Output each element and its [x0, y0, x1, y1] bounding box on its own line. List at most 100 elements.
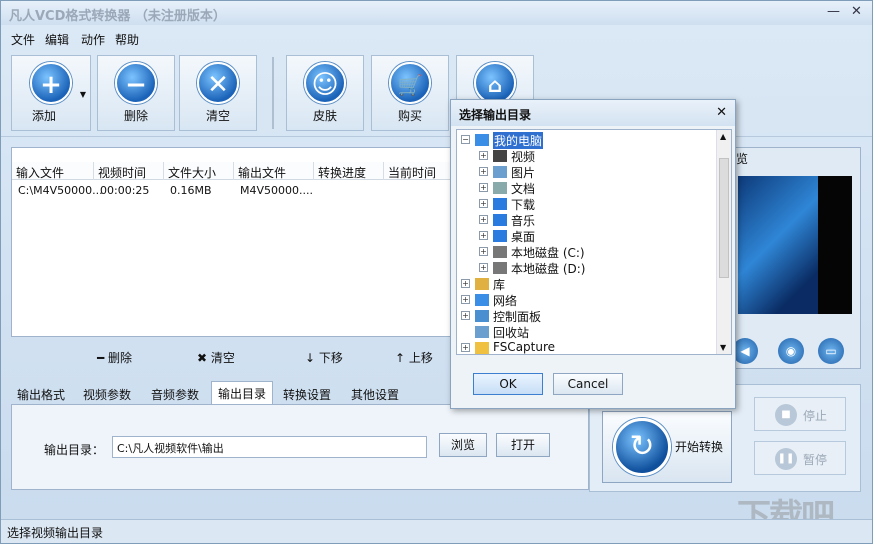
start-convert-button[interactable]: ↻ 开始转换 [602, 411, 732, 483]
cell-video-time: 00:00:25 [100, 184, 150, 197]
col-video-time[interactable]: 视频时间 [94, 162, 164, 180]
tab-output-format[interactable]: 输出格式 [11, 383, 71, 405]
clear-button[interactable]: ✕ 清空 [179, 55, 257, 131]
delete-button[interactable]: − 删除 [97, 55, 175, 131]
col-input-file[interactable]: 输入文件 [12, 162, 94, 180]
tree-item[interactable]: + FSCapture [457, 340, 715, 354]
list-header: 输入文件 视频时间 文件大小 输出文件 转换进度 当前时间 [12, 162, 452, 180]
tree-item[interactable]: + 音乐 [457, 212, 715, 228]
status-text: 选择视频输出目录 [7, 526, 104, 540]
pause-button[interactable]: ❚❚ 暂停 [754, 441, 846, 475]
tree-item-label: 下载 [511, 198, 536, 212]
disk-icon [493, 262, 507, 274]
x-icon: ✕ [197, 62, 239, 104]
pause-icon: ❚❚ [775, 448, 797, 470]
tree-item[interactable]: − 我的电脑 [457, 132, 715, 149]
window-title: 凡人VCD格式转换器 （未注册版本） [9, 9, 226, 24]
recycle-bin-icon [475, 326, 489, 338]
scroll-thumb[interactable] [719, 158, 729, 278]
library-icon [475, 278, 489, 290]
col-current-time[interactable]: 当前时间 [384, 162, 452, 180]
expand-icon[interactable]: + [479, 247, 488, 256]
tab-other-settings[interactable]: 其他设置 [345, 383, 405, 405]
close-button[interactable]: ✕ [851, 4, 862, 19]
menu-action[interactable]: 动作 [81, 31, 105, 48]
tree-item[interactable]: 回收站 [457, 324, 715, 340]
tree-item-label: 控制面板 [493, 310, 542, 324]
cell-input-file: C:\M4V50000... [18, 184, 103, 197]
toolbar: + ▼ 添加 − 删除 ✕ 清空 ☺ 皮肤 🛒 购买 ⌂ [1, 51, 872, 137]
tab-output-dir[interactable]: 输出目录 [211, 381, 274, 405]
folder-icon[interactable]: ▭ [818, 338, 844, 364]
desktop-icon [493, 230, 507, 242]
list-up-label: 上移 [408, 351, 433, 365]
file-list[interactable]: 输入文件 视频时间 文件大小 输出文件 转换进度 当前时间 C:\M4V5000… [11, 147, 453, 337]
collapse-icon[interactable]: − [461, 135, 470, 144]
add-button[interactable]: + ▼ 添加 [11, 55, 91, 131]
skin-button[interactable]: ☺ 皮肤 [286, 55, 364, 131]
tree-item[interactable]: + 网络 [457, 292, 715, 308]
tab-video-params[interactable]: 视频参数 [77, 383, 137, 405]
stop-button[interactable]: ■ 停止 [754, 397, 846, 431]
expand-icon[interactable]: + [461, 295, 470, 304]
dropdown-arrow-icon[interactable]: ▼ [80, 90, 86, 99]
tree-item[interactable]: + 图片 [457, 164, 715, 180]
col-file-size[interactable]: 文件大小 [164, 162, 234, 180]
buy-button[interactable]: 🛒 购买 [371, 55, 449, 131]
buy-label: 购买 [397, 109, 422, 123]
tree-item[interactable]: + 控制面板 [457, 308, 715, 324]
menu-file[interactable]: 文件 [11, 31, 35, 48]
tree-scrollbar[interactable]: ▲ ▼ [716, 130, 731, 354]
open-button[interactable]: 打开 [496, 433, 550, 457]
start-convert-label: 开始转换 [675, 440, 724, 454]
tree-item[interactable]: + 视频 [457, 148, 715, 164]
col-progress[interactable]: 转换进度 [314, 162, 384, 180]
cell-output-file: M4V50000.... [240, 184, 313, 197]
expand-icon[interactable]: + [479, 215, 488, 224]
list-delete-link[interactable]: ━ 删除 [97, 349, 132, 366]
dialog-close-icon[interactable]: ✕ [716, 105, 727, 120]
output-dir-label: 输出目录： [44, 443, 105, 457]
delete-label: 删除 [123, 109, 148, 123]
browse-button[interactable]: 浏览 [439, 433, 487, 457]
expand-icon[interactable]: + [461, 279, 470, 288]
tree-item-label: 图片 [511, 166, 536, 180]
tree-item-label: 我的电脑 [493, 132, 544, 149]
pause-label: 暂停 [803, 453, 828, 467]
tree-item[interactable]: + 库 [457, 276, 715, 292]
scroll-up-icon[interactable]: ▲ [720, 132, 726, 141]
tree-item[interactable]: + 本地磁盘 (D:) [457, 260, 715, 276]
ok-button[interactable]: OK [473, 373, 543, 395]
list-down-label: 下移 [318, 351, 343, 365]
menu-help[interactable]: 帮助 [115, 31, 139, 48]
expand-icon[interactable]: + [479, 183, 488, 192]
expand-icon[interactable]: + [461, 343, 470, 352]
expand-icon[interactable]: + [479, 167, 488, 176]
tab-convert-settings[interactable]: 转换设置 [277, 383, 337, 405]
list-move-down-link[interactable]: ↓ 下移 [305, 349, 343, 366]
expand-icon[interactable]: + [479, 199, 488, 208]
folder-tree[interactable]: ▲ ▼ − 我的电脑 + 视频 + 图片 + 文档 + 下载 + 音乐 + 桌面 + 本地磁盘 (C:) + 本地… [456, 129, 732, 355]
minimize-button[interactable]: — [827, 4, 840, 19]
list-clear-link[interactable]: ✖ 清空 [197, 349, 235, 366]
expand-icon[interactable]: + [479, 231, 488, 240]
menu-edit[interactable]: 编辑 [45, 31, 69, 48]
minus-icon: − [115, 62, 157, 104]
tree-item[interactable]: + 桌面 [457, 228, 715, 244]
col-output-file[interactable]: 输出文件 [234, 162, 314, 180]
tab-audio-params[interactable]: 音频参数 [145, 383, 205, 405]
expand-icon[interactable]: + [479, 151, 488, 160]
expand-icon[interactable]: + [479, 263, 488, 272]
download-icon [493, 198, 507, 210]
cancel-button[interactable]: Cancel [553, 373, 623, 395]
tree-item[interactable]: + 文档 [457, 180, 715, 196]
expand-icon[interactable]: + [461, 311, 470, 320]
tree-item[interactable]: + 下载 [457, 196, 715, 212]
camera-icon[interactable]: ◉ [778, 338, 804, 364]
output-dir-input[interactable]: C:\凡人视频软件\输出 [112, 436, 427, 458]
tree-item[interactable]: + 本地磁盘 (C:) [457, 244, 715, 260]
list-move-up-link[interactable]: ↑ 上移 [395, 349, 433, 366]
list-delete-label: 删除 [108, 351, 133, 365]
dialog-title: 选择输出目录 [459, 108, 532, 122]
scroll-down-icon[interactable]: ▼ [720, 343, 726, 352]
